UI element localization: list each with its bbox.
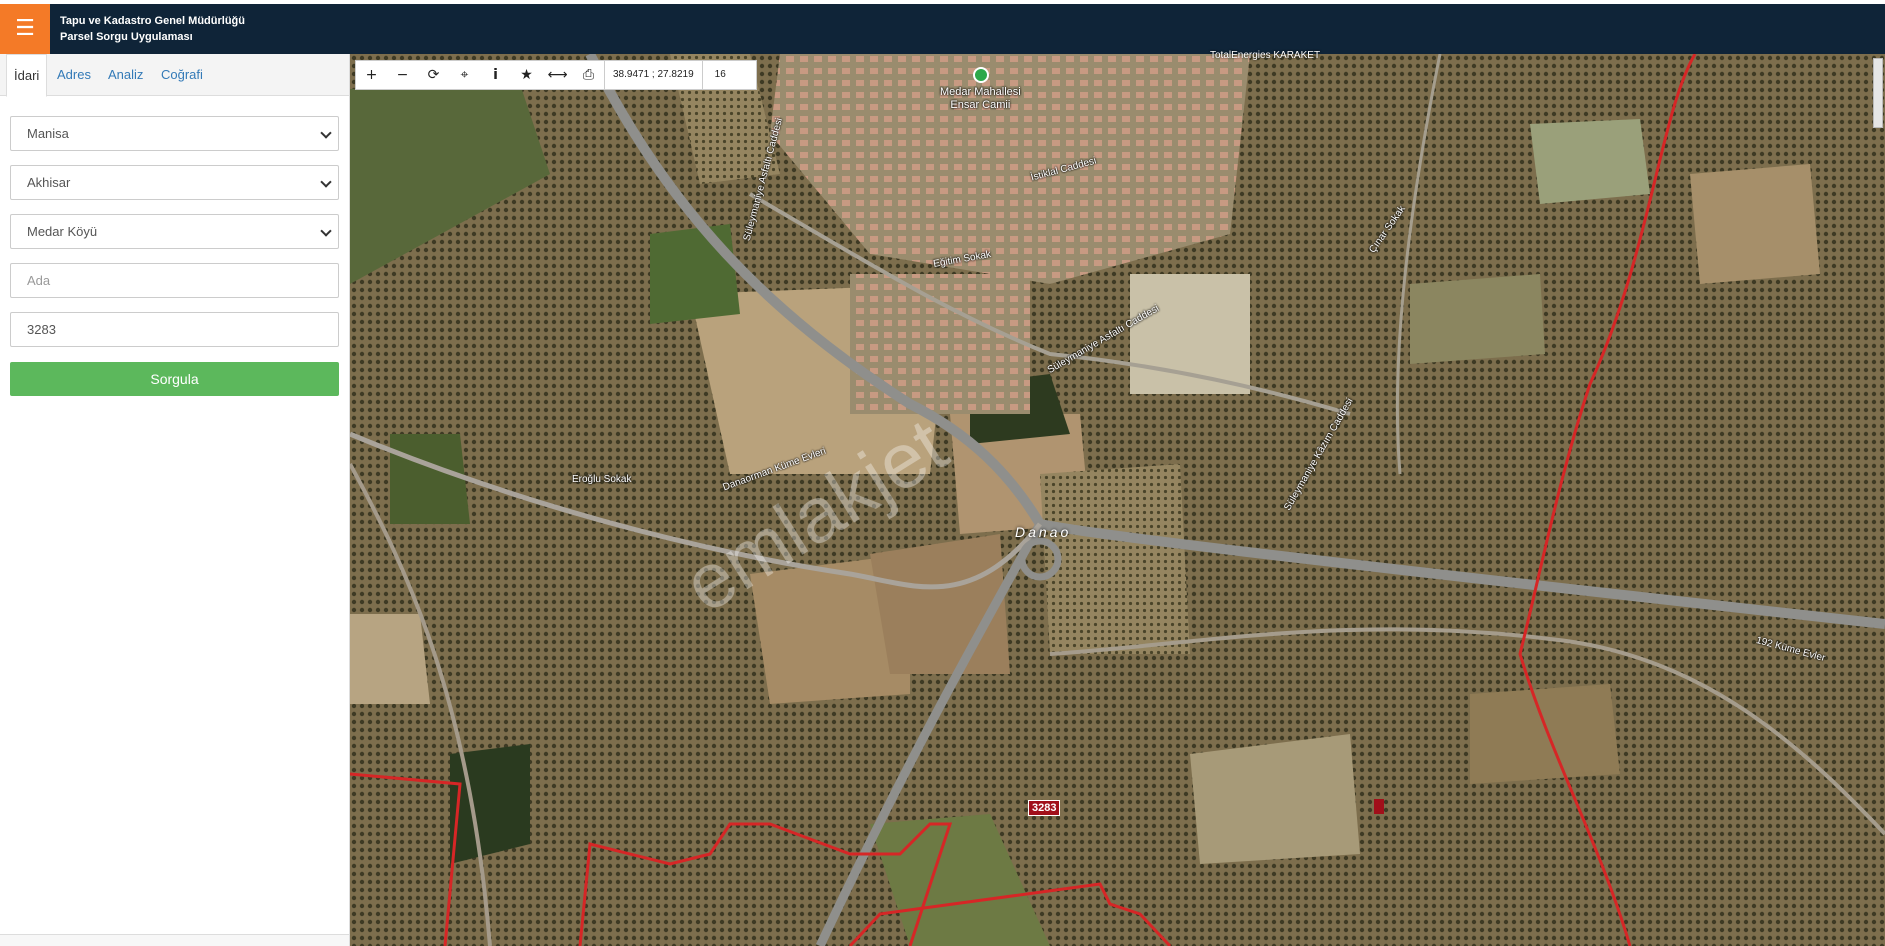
province-select[interactable]: Manisa [10,116,339,151]
app-title-line2: Parsel Sorgu Uygulaması [60,31,193,43]
map-imagery [350,54,1885,946]
tab-cografi[interactable]: Coğrafi [154,54,210,96]
sidebar-tabs: İdari Adres Analiz Coğrafi [0,54,349,97]
parsel-input[interactable]: 3283 [10,312,339,347]
tab-analiz[interactable]: Analiz [101,54,150,96]
locate-icon[interactable]: ⌖ [449,60,480,90]
info-icon[interactable]: i [480,60,511,90]
app-title-line1: Tapu ve Kadastro Genel Müdürlüğü [60,15,245,27]
star-icon[interactable]: ★ [511,60,542,90]
map-poi-label: TotalEnergies KARAKET [1210,50,1321,61]
refresh-icon[interactable]: ⟳ [418,60,449,90]
street-label: Eroğlu Sokak [572,474,632,485]
zoom-in-icon[interactable]: + [356,60,387,90]
coordinate-readout: 38.9471 ; 27.8219 [604,60,703,90]
header-bar: ☰ Tapu ve Kadastro Genel Müdürlüğü Parse… [0,4,1885,54]
query-button[interactable]: Sorgula [10,362,339,396]
satellite-map[interactable]: Süleymaniye Asfaltı Caddesi Eğitim Sokak… [350,54,1885,946]
poi-line1: Medar Mahallesi [940,86,1021,98]
app-window: ☰ Tapu ve Kadastro Genel Müdürlüğü Parse… [0,0,1885,946]
app-title: Tapu ve Kadastro Genel Müdürlüğü Parsel … [60,13,245,45]
print-icon[interactable]: ⎙ [573,60,604,90]
sidebar: İdari Adres Analiz Coğrafi Manisa Akhisa… [0,54,350,946]
poi-line2: Ensar Camii [950,99,1011,111]
sidebar-footer [0,934,349,946]
neighborhood-select[interactable]: Medar Köyü [10,214,339,249]
place-name-label: Danao [1015,524,1072,540]
measure-icon[interactable]: ⟷ [542,60,573,90]
parcel-label[interactable]: 3283 [1028,800,1061,816]
tab-idari[interactable]: İdari [6,54,48,97]
tab-adres[interactable]: Adres [50,54,98,96]
district-select[interactable]: Akhisar [10,165,339,200]
map-toolbar: + − ⟳ ⌖ i ★ ⟷ ⎙ 38.9471 ; 27.8219 16 [355,60,757,90]
map-scrollbar[interactable] [1873,58,1883,128]
zoom-out-icon[interactable]: − [387,60,418,90]
zoom-level-readout: 16 [714,69,726,80]
mosque-icon[interactable] [973,67,989,83]
map-poi-label: Medar Mahallesi Ensar Camii [940,86,1021,112]
hamburger-menu-icon[interactable]: ☰ [0,4,50,54]
ada-input[interactable]: Ada [10,263,339,298]
